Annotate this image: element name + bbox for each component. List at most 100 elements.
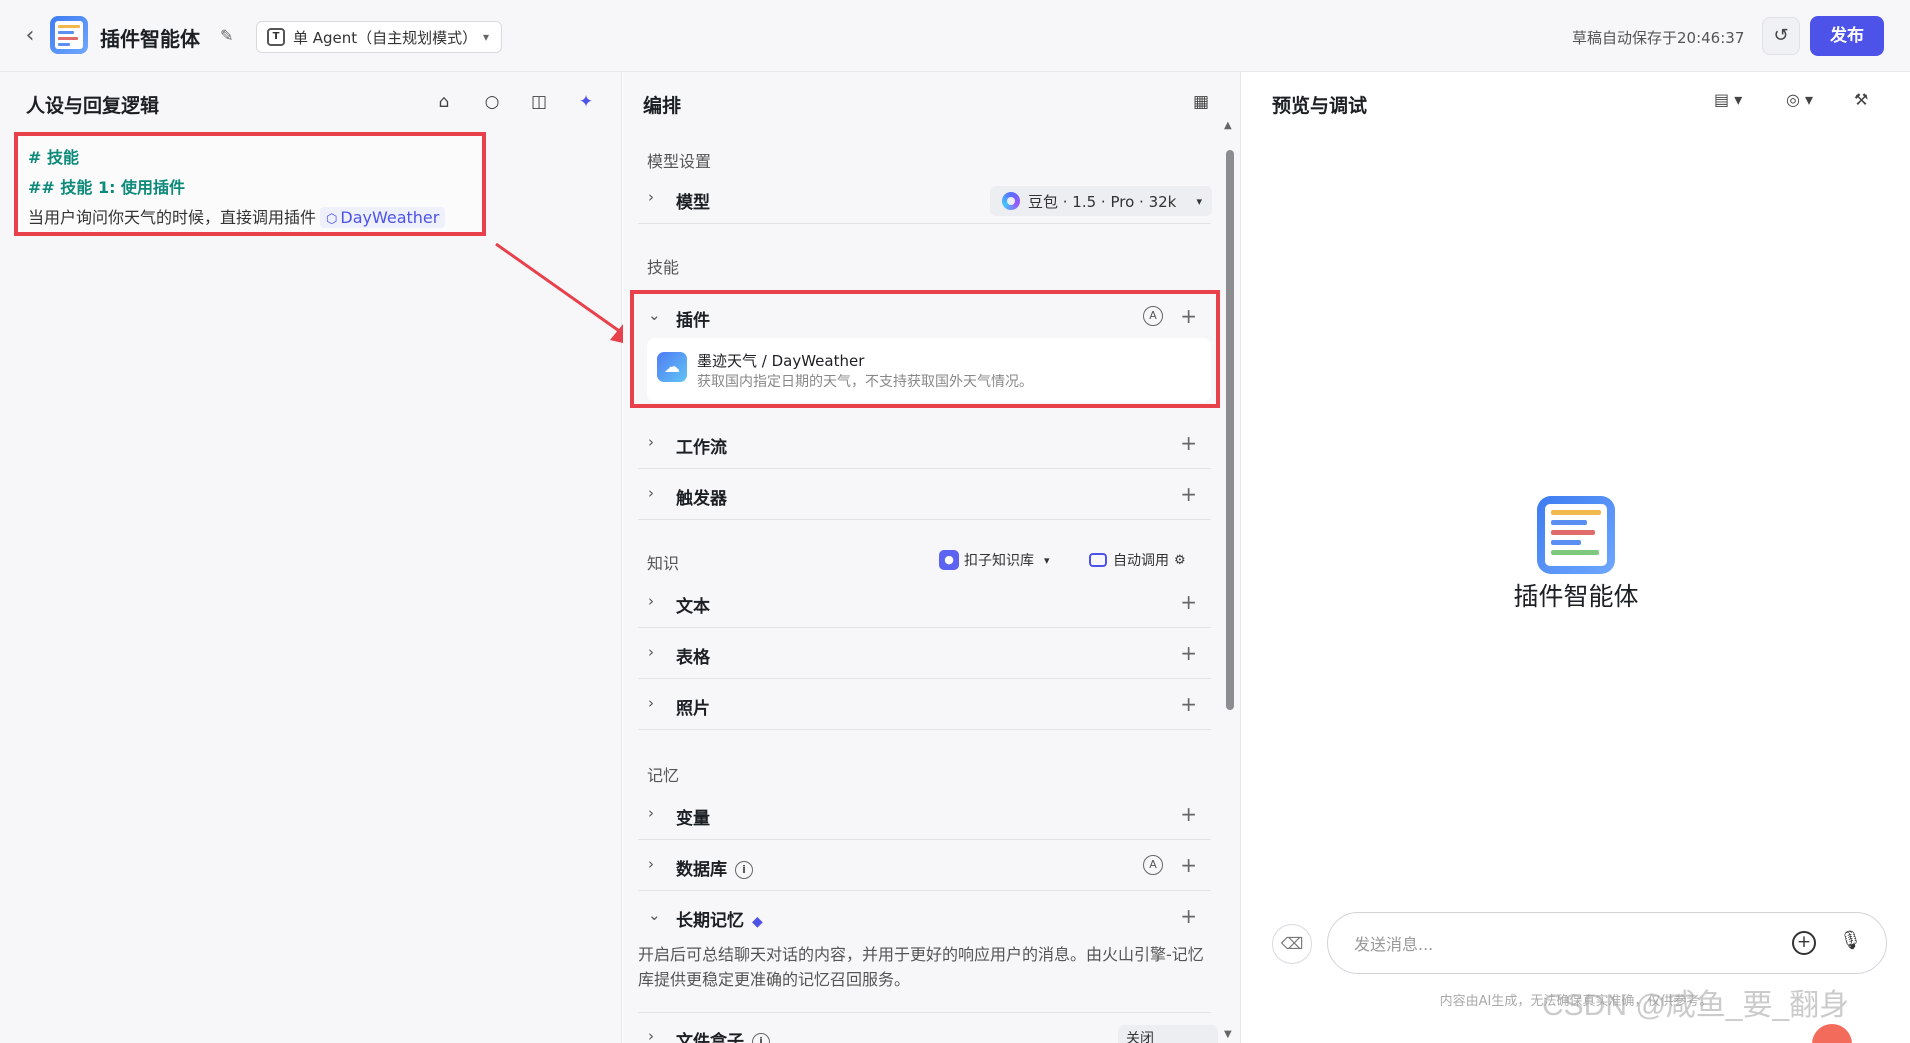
add-text-icon[interactable]: + bbox=[1180, 590, 1197, 614]
wrench-icon[interactable]: ⚒ bbox=[1854, 90, 1868, 109]
back-icon[interactable]: ‹ bbox=[18, 24, 42, 48]
chevron-right-icon: › bbox=[648, 804, 654, 822]
bot-name: 插件智能体 bbox=[1513, 582, 1639, 611]
file-box-label: 文件盒子 i bbox=[676, 1027, 770, 1043]
chevron-down-icon: ▾ bbox=[482, 30, 489, 44]
scroll-down-icon[interactable]: ▼ bbox=[1224, 1029, 1232, 1040]
orchestration-panel: 编排 ▦ 模型设置 › 模型 豆包 · 1.5 · Pro · 32k ▾ 技能… bbox=[623, 72, 1241, 1043]
add-photo-icon[interactable]: + bbox=[1180, 692, 1197, 716]
chevron-right-icon: › bbox=[648, 592, 654, 610]
microphone-icon[interactable]: 🎙 bbox=[1839, 930, 1862, 951]
prompt-library-icon[interactable]: ⌂ bbox=[432, 90, 456, 114]
agent-mode-label: 单 Agent（自主规划模式） bbox=[293, 28, 478, 47]
trigger-row[interactable]: › 触发器 + bbox=[638, 470, 1211, 520]
edit-icon[interactable]: ✎ bbox=[220, 26, 240, 46]
add-trigger-icon[interactable]: + bbox=[1180, 482, 1197, 506]
agent-icon: T bbox=[267, 28, 285, 46]
weather-plugin-icon: ☁ bbox=[657, 352, 687, 382]
persona-debug-icon[interactable]: ◎ ▾ bbox=[1786, 90, 1813, 109]
auto-call-icon[interactable]: A bbox=[1143, 855, 1163, 875]
plugin-card-description: 获取国内指定日期的天气，不支持获取国外天气情况。 bbox=[697, 374, 1033, 390]
model-settings-section: 模型设置 bbox=[647, 152, 712, 171]
floating-assistant-icon[interactable] bbox=[1812, 1024, 1852, 1043]
database-label-text: 数据库 bbox=[676, 860, 727, 880]
info-icon[interactable]: i bbox=[752, 1033, 770, 1043]
chevron-right-icon: › bbox=[648, 1027, 654, 1043]
variable-row[interactable]: › 变量 + bbox=[638, 790, 1211, 840]
app-title: 插件智能体 bbox=[100, 27, 200, 51]
chat-input-box[interactable]: + 🎙 bbox=[1327, 912, 1887, 974]
chevron-down-icon: ⌄ bbox=[648, 906, 661, 924]
plugin-reference-label: DayWeather bbox=[340, 208, 440, 227]
workflow-row-label: 工作流 bbox=[676, 438, 727, 458]
longterm-memory-row[interactable]: ⌄ 长期记忆 ◆ + bbox=[638, 892, 1211, 942]
persona-panel: 人设与回复逻辑 ⌂ ○ ◫ ✦ # 技能 ## 技能 1: 使用插件 当用户询问… bbox=[0, 72, 644, 1043]
chevron-down-icon: ▾ bbox=[1196, 194, 1202, 208]
prompt-line-2: ## 技能 1: 使用插件 bbox=[28, 178, 186, 197]
file-box-select[interactable]: 关闭 bbox=[1118, 1025, 1218, 1043]
preview-panel: 预览与调试 ▤ ▾ ◎ ▾ ⚒ 插件智能体 ⌫ + 🎙 内容由AI生成，无法确保… bbox=[1242, 72, 1910, 1043]
add-attachment-icon[interactable]: + bbox=[1792, 931, 1816, 955]
knowledge-auto-call[interactable]: 自动调用 ⚙ bbox=[1089, 550, 1186, 570]
database-row-label: 数据库 i bbox=[676, 855, 753, 880]
text-row[interactable]: › 文本 + bbox=[638, 578, 1211, 628]
scroll-up-icon[interactable]: ▲ bbox=[1224, 120, 1232, 131]
knowledge-base-icon: ● bbox=[939, 550, 959, 570]
model-select-value: 豆包 · 1.5 · Pro · 32k bbox=[1028, 192, 1177, 211]
preview-panel-title: 预览与调试 bbox=[1272, 95, 1368, 117]
add-longterm-icon[interactable]: + bbox=[1180, 904, 1197, 928]
premium-diamond-icon: ◆ bbox=[752, 914, 763, 930]
chevron-right-icon: › bbox=[648, 643, 654, 661]
message-input[interactable] bbox=[1354, 931, 1754, 957]
add-table-icon[interactable]: + bbox=[1180, 641, 1197, 665]
lightbulb-icon[interactable]: ○ bbox=[480, 90, 504, 114]
prompt-editor[interactable]: # 技能 ## 技能 1: 使用插件 当用户询问你天气的时候，直接调用插件 ⬡ Da… bbox=[14, 132, 486, 236]
photo-row[interactable]: › 照片 + bbox=[638, 680, 1211, 730]
trigger-row-label: 触发器 bbox=[676, 489, 727, 509]
plugin-row[interactable]: ⌄ 插件 A + bbox=[638, 292, 1211, 342]
add-workflow-icon[interactable]: + bbox=[1180, 431, 1197, 455]
file-box-row[interactable]: › 文件盒子 i 关闭 bbox=[638, 1012, 1218, 1043]
debug-settings-icon[interactable]: ▤ ▾ bbox=[1714, 90, 1742, 109]
database-row[interactable]: › 数据库 i A + bbox=[638, 841, 1211, 891]
layout-grid-icon[interactable]: ▦ bbox=[1189, 90, 1213, 114]
cube-icon: ⬡ bbox=[326, 212, 338, 227]
knowledge-auto-label: 自动调用 bbox=[1113, 553, 1169, 569]
plugin-reference-chip[interactable]: ⬡ DayWeather bbox=[320, 207, 446, 228]
plugin-card[interactable]: ☁ 墨迹天气 / DayWeather 获取国内指定日期的天气，不支持获取国外天… bbox=[647, 338, 1211, 402]
model-select[interactable]: 豆包 · 1.5 · Pro · 32k ▾ bbox=[990, 186, 1212, 216]
add-database-icon[interactable]: + bbox=[1180, 853, 1197, 877]
scrollbar-thumb[interactable] bbox=[1226, 150, 1234, 710]
add-plugin-icon[interactable]: + bbox=[1180, 304, 1197, 328]
agent-mode-select[interactable]: T 单 Agent（自主规划模式） ▾ bbox=[256, 21, 502, 53]
clear-chat-icon[interactable]: ⌫ bbox=[1272, 924, 1312, 964]
table-row[interactable]: › 表格 + bbox=[638, 629, 1211, 679]
top-bar: ‹ 插件智能体 ✎ T 单 Agent（自主规划模式） ▾ 草稿自动保存于20:… bbox=[0, 0, 1910, 72]
csdn-watermark: CSDN @咸鱼_要_翻身 bbox=[1542, 989, 1850, 1022]
knowledge-section: 知识 bbox=[647, 554, 680, 573]
variable-row-label: 变量 bbox=[676, 809, 710, 829]
scrollbar[interactable]: ▲ ▼ bbox=[1223, 120, 1235, 1040]
table-row-label: 表格 bbox=[676, 648, 710, 668]
chevron-right-icon: › bbox=[648, 694, 654, 712]
publish-button[interactable]: 发布 bbox=[1810, 16, 1884, 56]
chevron-down-icon: ⌄ bbox=[648, 306, 661, 324]
history-icon[interactable]: ↺ bbox=[1762, 17, 1800, 55]
chevron-right-icon: › bbox=[648, 484, 654, 502]
compare-icon[interactable]: ◫ bbox=[527, 90, 551, 114]
info-icon[interactable]: i bbox=[735, 861, 753, 879]
knowledge-source-select[interactable]: ● 扣子知识库 ▾ bbox=[939, 550, 1050, 570]
prompt-line-1: # 技能 bbox=[28, 148, 79, 167]
autosave-status: 草稿自动保存于20:46:37 bbox=[1572, 29, 1745, 47]
auto-call-icon[interactable]: A bbox=[1143, 306, 1163, 326]
workflow-row[interactable]: › 工作流 + bbox=[638, 419, 1211, 469]
prompt-line-3-text: 当用户询问你天气的时候，直接调用插件 bbox=[28, 208, 317, 227]
ai-optimize-icon[interactable]: ✦ bbox=[574, 90, 598, 114]
plugin-card-name: 墨迹天气 / DayWeather bbox=[697, 352, 865, 370]
model-row[interactable]: › 模型 豆包 · 1.5 · Pro · 32k ▾ bbox=[638, 174, 1212, 224]
prompt-line-3: 当用户询问你天气的时候，直接调用插件 ⬡ DayWeather bbox=[28, 204, 446, 228]
chevron-right-icon: › bbox=[648, 188, 654, 206]
settings-icon: ⚙ bbox=[1174, 552, 1186, 568]
text-row-label: 文本 bbox=[676, 597, 710, 617]
add-variable-icon[interactable]: + bbox=[1180, 802, 1197, 826]
